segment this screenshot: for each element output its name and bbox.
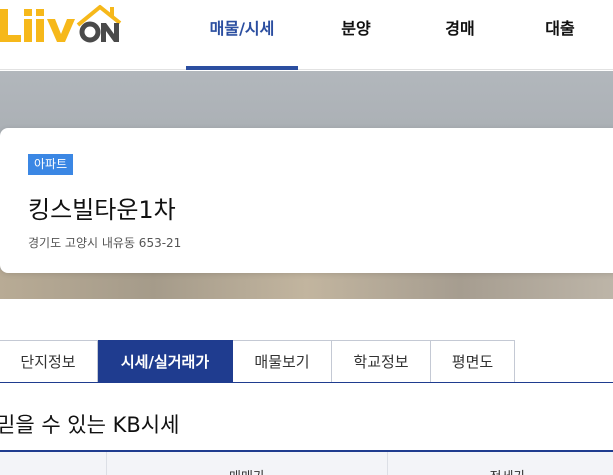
property-tabs: 단지정보 시세/실거래가 매물보기 학교정보 평면도 [0,340,515,383]
main-nav: 매물/시세 분양 경매 대출 [186,0,613,70]
table-header-jeonse-price: 전세가 [387,452,613,475]
property-type-badge: 아파트 [28,154,74,175]
property-address: 경기도 고양시 내유동 653-21 [28,236,182,250]
table-header-sale-price: 매매가 [106,452,387,475]
nav-item-auction[interactable]: 경매 [414,0,506,70]
tab-floor-plan[interactable]: 평면도 [431,340,515,383]
tab-complex-info[interactable]: 단지정보 [0,340,98,383]
liiv-on-logo-icon [0,5,122,43]
hero-background-photo-strip [0,270,613,299]
nav-item-presale[interactable]: 분양 [298,0,414,70]
tab-listings[interactable]: 매물보기 [233,340,332,383]
site-header: 매물/시세 분양 경매 대출 [0,0,613,70]
price-table-header: 매매가 전세가 [0,450,613,475]
nav-item-loan[interactable]: 대출 [506,0,613,70]
tab-price-transactions[interactable]: 시세/실거래가 [98,340,233,383]
nav-item-sale-price[interactable]: 매물/시세 [186,0,298,70]
section-title: 믿을 수 있는 KB시세 [0,413,180,437]
tab-school-info[interactable]: 학교정보 [332,340,431,383]
property-name: 킹스빌타운1차 [28,196,176,224]
table-header-label: 매매가 [229,466,265,475]
table-header-label: 전세가 [490,466,526,475]
liiv-on-logo[interactable] [0,3,122,47]
property-info-card: 아파트 킹스빌타운1차 경기도 고양시 내유동 653-21 [0,128,613,273]
tabs-divider [0,382,613,383]
